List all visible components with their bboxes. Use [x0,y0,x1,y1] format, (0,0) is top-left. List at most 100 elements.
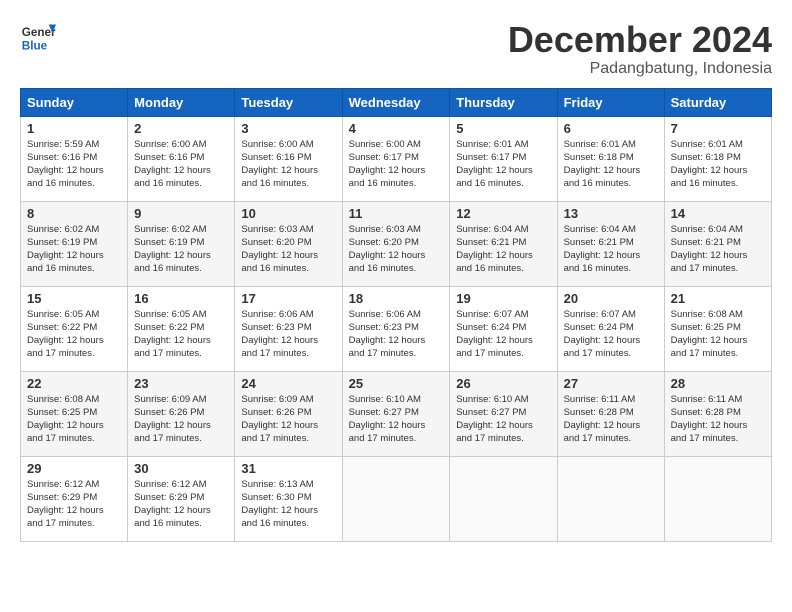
calendar-cell: 26Sunrise: 6:10 AMSunset: 6:27 PMDayligh… [450,371,557,456]
day-info: Sunrise: 6:05 AMSunset: 6:22 PMDaylight:… [27,308,121,361]
day-number: 14 [671,206,765,221]
page-header: General Blue December 2024 Padangbatung,… [20,20,772,78]
day-number: 22 [27,376,121,391]
column-header-monday: Monday [128,88,235,116]
calendar-cell: 10 Sunrise: 6:03 AMSunset: 6:20 PMDayligh… [235,201,342,286]
calendar-cell: 20 Sunrise: 6:07 AMSunset: 6:24 PMDayligh… [557,286,664,371]
calendar-cell: 1 Sunrise: 5:59 AMSunset: 6:16 PMDaylight… [21,116,128,201]
calendar-header-row: SundayMondayTuesdayWednesdayThursdayFrid… [21,88,772,116]
day-info: Sunrise: 6:06 AMSunset: 6:23 PMDaylight:… [349,308,444,361]
day-number: 17 [241,291,335,306]
day-info: Sunrise: 6:09 AMSunset: 6:26 PMDaylight:… [134,393,228,446]
day-info: Sunrise: 6:07 AMSunset: 6:24 PMDaylight:… [564,308,658,361]
day-number: 2 [134,121,228,136]
svg-text:Blue: Blue [22,40,48,53]
day-info: Sunrise: 6:06 AMSunset: 6:23 PMDaylight:… [241,308,335,361]
day-info: Sunrise: 6:00 AMSunset: 6:16 PMDaylight:… [241,138,335,191]
day-info: Sunrise: 6:04 AMSunset: 6:21 PMDaylight:… [456,223,550,276]
calendar-cell: 15 Sunrise: 6:05 AMSunset: 6:22 PMDayligh… [21,286,128,371]
month-title: December 2024 [508,20,772,60]
day-info: Sunrise: 6:00 AMSunset: 6:16 PMDaylight:… [134,138,228,191]
calendar-cell: 23 Sunrise: 6:09 AMSunset: 6:26 PMDayligh… [128,371,235,456]
day-info: Sunrise: 6:00 AMSunset: 6:17 PMDaylight:… [349,138,444,191]
day-info: Sunrise: 6:09 AMSunset: 6:26 PMDaylight:… [241,393,335,446]
column-header-friday: Friday [557,88,664,116]
calendar-cell: 27 Sunrise: 6:11 AMSunset: 6:28 PMDayligh… [557,371,664,456]
day-number: 4 [349,121,444,136]
column-header-thursday: Thursday [450,88,557,116]
day-info: Sunrise: 6:11 AMSunset: 6:28 PMDaylight:… [671,393,765,446]
day-info: Sunrise: 6:10 AMSunset: 6:27 PMDaylight:… [456,393,550,446]
calendar-cell: 13Sunrise: 6:04 AMSunset: 6:21 PMDayligh… [557,201,664,286]
day-info: Sunrise: 6:07 AMSunset: 6:24 PMDaylight:… [456,308,550,361]
day-number: 12 [456,206,550,221]
day-info: Sunrise: 6:01 AMSunset: 6:18 PMDaylight:… [671,138,765,191]
calendar-table: SundayMondayTuesdayWednesdayThursdayFrid… [20,88,772,542]
week-row-3: 15 Sunrise: 6:05 AMSunset: 6:22 PMDayligh… [21,286,772,371]
day-number: 24 [241,376,335,391]
logo: General Blue [20,20,56,56]
day-info: Sunrise: 5:59 AMSunset: 6:16 PMDaylight:… [27,138,121,191]
day-number: 1 [27,121,121,136]
day-info: Sunrise: 6:10 AMSunset: 6:27 PMDaylight:… [349,393,444,446]
day-info: Sunrise: 6:12 AMSunset: 6:29 PMDaylight:… [27,478,121,531]
day-info: Sunrise: 6:05 AMSunset: 6:22 PMDaylight:… [134,308,228,361]
calendar-cell: 31Sunrise: 6:13 AMSunset: 6:30 PMDayligh… [235,456,342,541]
calendar-cell: 4 Sunrise: 6:00 AMSunset: 6:17 PMDaylight… [342,116,450,201]
logo-icon: General Blue [20,20,56,56]
day-number: 3 [241,121,335,136]
day-info: Sunrise: 6:02 AMSunset: 6:19 PMDaylight:… [27,223,121,276]
day-info: Sunrise: 6:03 AMSunset: 6:20 PMDaylight:… [241,223,335,276]
calendar-cell: 12 Sunrise: 6:04 AMSunset: 6:21 PMDayligh… [450,201,557,286]
day-info: Sunrise: 6:08 AMSunset: 6:25 PMDaylight:… [27,393,121,446]
calendar-cell: 8 Sunrise: 6:02 AMSunset: 6:19 PMDaylight… [21,201,128,286]
calendar-cell: 17 Sunrise: 6:06 AMSunset: 6:23 PMDayligh… [235,286,342,371]
calendar-cell [664,456,771,541]
day-number: 5 [456,121,550,136]
calendar-cell: 3 Sunrise: 6:00 AMSunset: 6:16 PMDaylight… [235,116,342,201]
day-info: Sunrise: 6:01 AMSunset: 6:17 PMDaylight:… [456,138,550,191]
title-area: December 2024 Padangbatung, Indonesia [508,20,772,78]
calendar-cell: 7 Sunrise: 6:01 AMSunset: 6:18 PMDaylight… [664,116,771,201]
calendar-cell: 24 Sunrise: 6:09 AMSunset: 6:26 PMDayligh… [235,371,342,456]
day-number: 29 [27,461,121,476]
day-number: 28 [671,376,765,391]
day-info: Sunrise: 6:02 AMSunset: 6:19 PMDaylight:… [134,223,228,276]
day-number: 23 [134,376,228,391]
day-number: 18 [349,291,444,306]
calendar-cell: 30 Sunrise: 6:12 AMSunset: 6:29 PMDayligh… [128,456,235,541]
day-info: Sunrise: 6:12 AMSunset: 6:29 PMDaylight:… [134,478,228,531]
calendar-cell: 19Sunrise: 6:07 AMSunset: 6:24 PMDayligh… [450,286,557,371]
calendar-cell [450,456,557,541]
calendar-cell: 28 Sunrise: 6:11 AMSunset: 6:28 PMDayligh… [664,371,771,456]
day-number: 11 [349,206,444,221]
column-header-sunday: Sunday [21,88,128,116]
calendar-cell: 5 Sunrise: 6:01 AMSunset: 6:17 PMDaylight… [450,116,557,201]
day-number: 16 [134,291,228,306]
day-number: 7 [671,121,765,136]
day-number: 10 [241,206,335,221]
day-info: Sunrise: 6:11 AMSunset: 6:28 PMDaylight:… [564,393,658,446]
calendar-cell: 2 Sunrise: 6:00 AMSunset: 6:16 PMDaylight… [128,116,235,201]
week-row-1: 1 Sunrise: 5:59 AMSunset: 6:16 PMDaylight… [21,116,772,201]
day-number: 15 [27,291,121,306]
location-subtitle: Padangbatung, Indonesia [508,60,772,78]
calendar-cell: 29 Sunrise: 6:12 AMSunset: 6:29 PMDayligh… [21,456,128,541]
calendar-cell: 11Sunrise: 6:03 AMSunset: 6:20 PMDayligh… [342,201,450,286]
day-number: 21 [671,291,765,306]
day-number: 6 [564,121,658,136]
calendar-cell: 21 Sunrise: 6:08 AMSunset: 6:25 PMDayligh… [664,286,771,371]
day-number: 27 [564,376,658,391]
calendar-cell: 18 Sunrise: 6:06 AMSunset: 6:23 PMDayligh… [342,286,450,371]
calendar-cell [342,456,450,541]
day-number: 30 [134,461,228,476]
column-header-saturday: Saturday [664,88,771,116]
day-info: Sunrise: 6:13 AMSunset: 6:30 PMDaylight:… [241,478,335,531]
calendar-cell: 25 Sunrise: 6:10 AMSunset: 6:27 PMDayligh… [342,371,450,456]
calendar-cell: 6Sunrise: 6:01 AMSunset: 6:18 PMDaylight… [557,116,664,201]
day-number: 20 [564,291,658,306]
day-number: 25 [349,376,444,391]
calendar-cell: 22 Sunrise: 6:08 AMSunset: 6:25 PMDayligh… [21,371,128,456]
day-info: Sunrise: 6:08 AMSunset: 6:25 PMDaylight:… [671,308,765,361]
day-number: 8 [27,206,121,221]
